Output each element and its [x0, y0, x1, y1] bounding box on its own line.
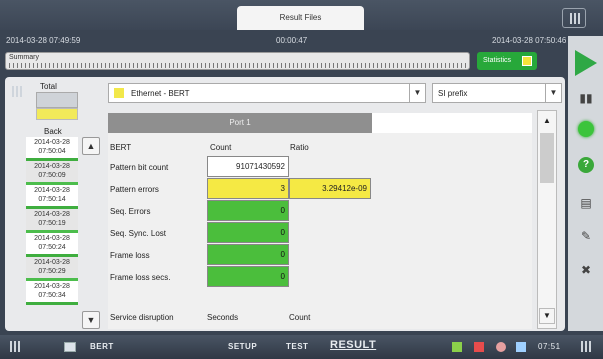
scroll-down-icon[interactable]: ▼ [539, 308, 555, 324]
test-button[interactable]: TEST [286, 342, 308, 351]
result-button[interactable]: RESULT [330, 339, 376, 351]
sd-column-seconds: Seconds [207, 313, 239, 322]
current-time: 2014-03-28 07:50:46 [492, 36, 567, 45]
section-title: BERT [110, 143, 132, 152]
test-type-select[interactable]: Ethernet - BERT ▼ [108, 83, 426, 103]
history-date: 2014-03-28 [34, 235, 70, 242]
history-item[interactable]: 2014-03-28 07:50:04 [26, 137, 78, 161]
link-status-icon [496, 342, 506, 352]
row-label: Frame loss [110, 251, 150, 260]
history-item[interactable]: 2014-03-28 07:50:24 [26, 233, 78, 257]
row-label: Seq. Errors [110, 207, 151, 216]
prefix-select[interactable]: SI prefix ▼ [432, 83, 562, 103]
column-header-count: Count [210, 143, 232, 152]
history-date: 2014-03-28 [34, 163, 70, 170]
history-item[interactable]: 2014-03-28 07:50:09 [26, 161, 78, 185]
setup-button[interactable]: SETUP [228, 342, 257, 351]
chevron-down-icon[interactable]: ▼ [545, 84, 561, 102]
left-panel-grip-icon[interactable] [8, 82, 28, 102]
history-list: 2014-03-28 07:50:04 2014-03-28 07:50:09 20… [26, 137, 78, 331]
elapsed-time: 00:00:47 [276, 36, 308, 45]
edit-report-icon[interactable]: ✎ [576, 226, 596, 246]
history-item[interactable]: 2014-03-28 07:50:19 [26, 209, 78, 233]
port-connector-icon[interactable]: ▮▮ [576, 88, 596, 108]
count-value: 3 [207, 178, 289, 199]
history-item[interactable]: 2014-03-28 07:50:29 [26, 257, 78, 281]
statistics-label: Statistics [483, 57, 512, 64]
table-scrollbar[interactable]: ▲ ▼ [537, 110, 557, 329]
scroll-up-icon[interactable]: ▲ [539, 113, 555, 129]
total-label: Total [40, 82, 57, 91]
app-icon[interactable] [64, 342, 76, 352]
column-header-ratio: Ratio [290, 143, 309, 152]
top-right-menu-grip-icon[interactable] [562, 8, 586, 28]
history-date: 2014-03-28 [34, 283, 70, 290]
test-type-color-swatch [114, 88, 124, 98]
history-time: 07:50:19 [38, 220, 66, 227]
row-label: Pattern bit count [110, 163, 169, 172]
history-time: 07:50:24 [38, 244, 66, 251]
scroll-thumb[interactable] [540, 133, 554, 183]
port-header: Port 1 [108, 113, 372, 133]
statistics-led-icon [522, 56, 532, 66]
summary-timeline[interactable]: Summary [5, 52, 470, 70]
play-icon[interactable] [575, 50, 597, 76]
count-value: 91071430592 [207, 156, 289, 177]
results-table [108, 133, 532, 329]
history-time: 07:50:14 [38, 196, 66, 203]
alarm-status-icon [474, 342, 484, 352]
history-scroll-up-icon[interactable]: ▲ [82, 137, 100, 155]
chevron-down-icon[interactable]: ▼ [409, 84, 425, 102]
history-date: 2014-03-28 [34, 139, 70, 146]
total-button[interactable] [36, 92, 78, 108]
count-value: 0 [207, 266, 289, 287]
history-scroll-down-icon[interactable]: ▼ [82, 311, 100, 329]
history-time: 07:50:29 [38, 268, 66, 275]
prefix-value: SI prefix [438, 89, 468, 98]
count-value: 0 [207, 244, 289, 265]
signal-status-icon [452, 342, 462, 352]
clock: 07:51 [538, 342, 561, 351]
history-time: 07:50:34 [38, 292, 66, 299]
port-header-blank [372, 113, 532, 133]
total-status-bar [36, 108, 78, 120]
save-report-icon[interactable]: ▤ [576, 193, 596, 213]
history-item[interactable]: 2014-03-28 07:50:34 [26, 281, 78, 305]
summary-label: Summary [9, 54, 39, 61]
history-item[interactable]: 2014-03-28 07:50:14 [26, 185, 78, 209]
bottom-left-grip-icon[interactable] [4, 337, 26, 357]
sd-column-count: Count [289, 313, 311, 322]
count-value: 0 [207, 222, 289, 243]
count-value: 0 [207, 200, 289, 221]
history-time: 07:50:04 [38, 148, 66, 155]
status-led-icon [578, 121, 594, 137]
summary-ticks [9, 63, 466, 68]
ratio-value: 3.29412e-09 [289, 178, 371, 199]
history-date: 2014-03-28 [34, 187, 70, 194]
tab-result-files[interactable]: Result Files [237, 6, 364, 30]
row-label: Frame loss secs. [110, 273, 171, 282]
app-label: BERT [90, 342, 114, 351]
service-disruption-title: Service disruption [110, 313, 174, 322]
tools-icon[interactable]: ✖ [576, 260, 596, 280]
test-type-value: Ethernet - BERT [131, 89, 190, 98]
help-icon[interactable]: ? [578, 157, 594, 173]
history-date: 2014-03-28 [34, 259, 70, 266]
row-label: Seq. Sync. Lost [110, 229, 167, 238]
bottom-right-grip-icon[interactable] [575, 337, 597, 357]
statistics-button[interactable]: Statistics [477, 52, 537, 70]
start-time: 2014-03-28 07:49:59 [6, 36, 81, 45]
right-sidebar [568, 36, 603, 331]
history-date: 2014-03-28 [34, 211, 70, 218]
history-time: 07:50:09 [38, 172, 66, 179]
battery-icon [516, 342, 526, 352]
row-label: Pattern errors [110, 185, 159, 194]
back-label: Back [44, 127, 62, 136]
